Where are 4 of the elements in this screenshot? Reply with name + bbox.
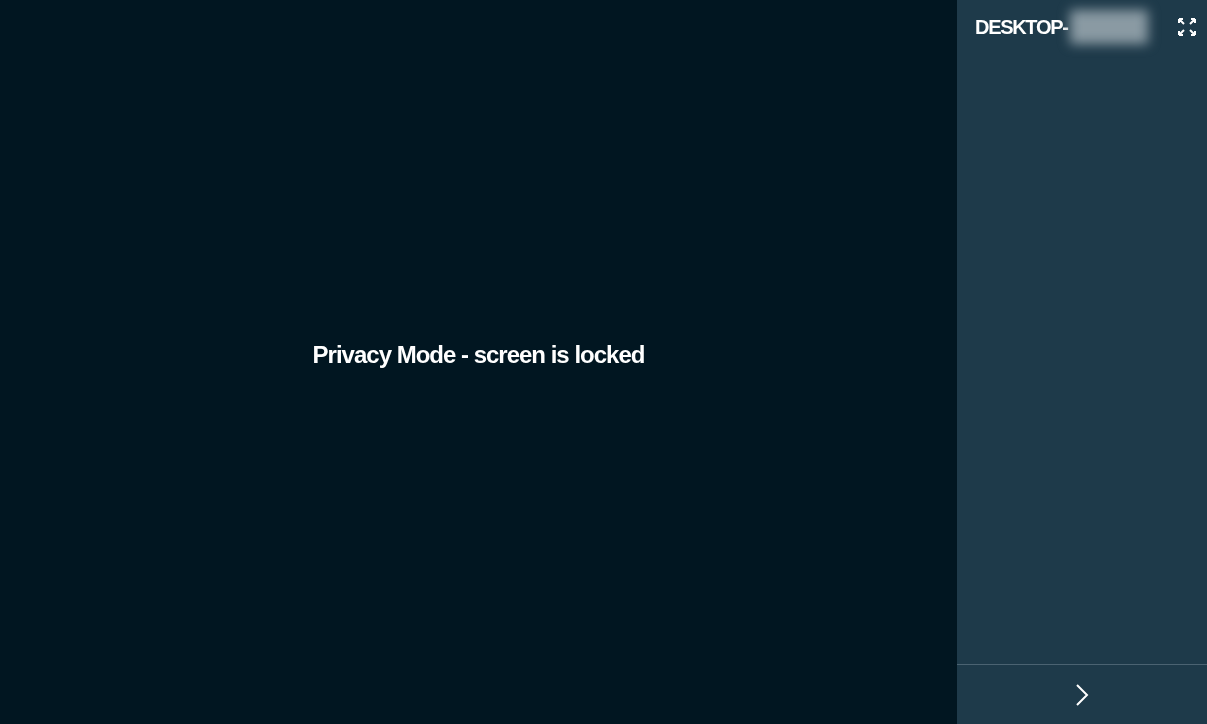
computer-name: DESKTOP- — [975, 15, 1068, 39]
chevron-right-icon[interactable] — [1074, 682, 1090, 707]
privacy-message: Privacy Mode - screen is locked — [312, 341, 645, 369]
fullscreen-icon[interactable] — [1177, 17, 1197, 37]
